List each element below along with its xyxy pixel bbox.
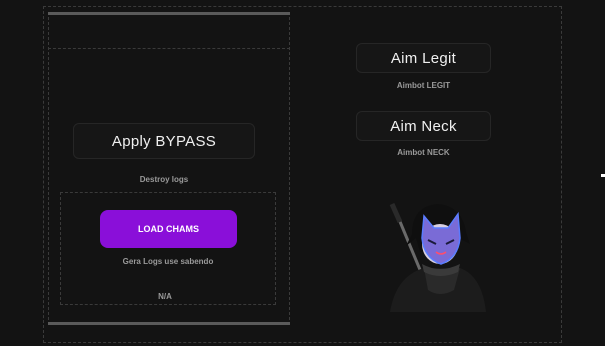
aim-legit-button[interactable]: Aim Legit [356, 43, 491, 73]
aim-legit-caption: Aimbot LEGIT [396, 81, 451, 90]
apply-bypass-button[interactable]: Apply BYPASS [73, 123, 255, 159]
chams-section [60, 192, 276, 305]
chams-caption: Gera Logs use sabendo [122, 257, 214, 266]
aim-neck-button[interactable]: Aim Neck [356, 111, 491, 141]
left-panel-top-bar [48, 12, 290, 15]
aim-neck-caption: Aimbot NECK [397, 148, 450, 157]
bypass-caption: Destroy logs [139, 175, 189, 184]
edge-marker [601, 174, 605, 177]
status-text: N/A [158, 292, 172, 301]
left-panel-bottom-bar [48, 322, 290, 325]
load-chams-button[interactable]: LOAD CHAMS [100, 210, 237, 248]
left-panel-header-divider [48, 48, 290, 49]
masked-ninja-avatar [378, 194, 488, 314]
